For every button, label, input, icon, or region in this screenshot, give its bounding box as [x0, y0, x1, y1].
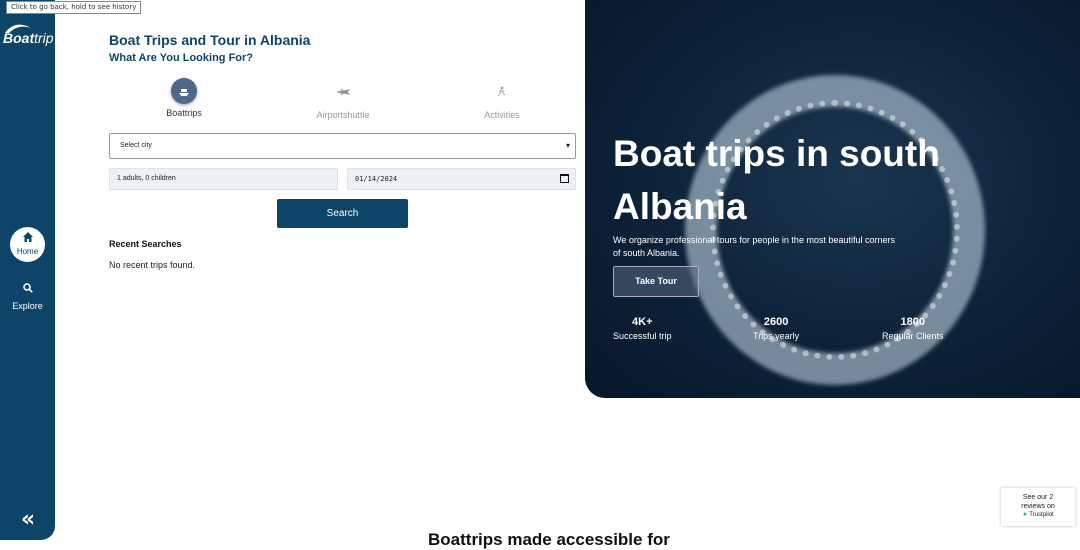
stat-label: Successful trip	[613, 331, 672, 341]
boat-icon	[171, 78, 197, 104]
trustpilot-widget[interactable]: See our 2 reviews on ★ Trustpilot	[1001, 488, 1075, 526]
page-title: Boat Trips and Tour in Albania	[109, 32, 311, 48]
logo-text-thin: trip	[34, 30, 54, 46]
nav-explore[interactable]: Explore	[6, 280, 49, 311]
city-select-value: Select city	[120, 142, 152, 149]
stat-value: 2600	[763, 316, 789, 328]
trustpilot-line2: reviews on	[1021, 503, 1055, 510]
date-field[interactable]: 01/14/2024	[347, 168, 576, 190]
activity-icon	[442, 78, 562, 106]
tab-boattrips[interactable]: Boattrips	[124, 78, 244, 118]
wave-logo-icon	[5, 24, 31, 33]
nav-home-label: Home	[16, 247, 39, 256]
nav-home[interactable]: Home	[10, 227, 45, 262]
trustpilot-brand: Trustpilot	[1029, 512, 1054, 518]
section-heading: Boattrips made accessible for	[428, 530, 670, 549]
calendar-icon[interactable]	[560, 174, 569, 183]
trustpilot-line1: See our 2	[1022, 494, 1054, 501]
collapse-sidebar-button[interactable]: «	[13, 508, 43, 534]
search-button[interactable]: Search	[277, 199, 408, 228]
hero-description: We organize professional tours for peopl…	[613, 235, 895, 258]
recent-searches-empty: No recent trips found.	[109, 260, 196, 270]
take-tour-button[interactable]: Take Tour	[613, 266, 699, 297]
plane-icon	[283, 78, 403, 106]
guests-field[interactable]: 1 adults, 0 children	[109, 168, 338, 190]
recent-searches-heading: Recent Searches	[109, 239, 182, 249]
tab-activities[interactable]: Activities	[442, 78, 562, 120]
back-tooltip: Click to go back, hold to see history	[6, 1, 142, 14]
stat-label: Regular Clients	[882, 331, 944, 341]
search-icon	[22, 283, 33, 293]
stat-value: 1800	[900, 316, 925, 328]
date-value: 01/14/2024	[355, 175, 398, 183]
stat-successful-trip: 4K+ Successful trip	[613, 316, 672, 341]
tab-activities-label: Activities	[484, 110, 520, 120]
home-icon	[22, 232, 33, 242]
sidebar: Boattrip Home Explore «	[0, 0, 55, 540]
star-icon: ★	[1022, 512, 1028, 518]
stat-regular-clients: 1800 Regular Clients	[882, 316, 944, 341]
chevron-down-icon: ▾	[565, 141, 570, 150]
tab-boattrips-label: Boattrips	[166, 108, 202, 118]
tab-airportshuttle[interactable]: Airportshuttle	[283, 78, 403, 120]
nav-explore-label: Explore	[12, 301, 43, 311]
stat-value: 4K+	[632, 316, 653, 328]
page-subtitle: What Are You Looking For?	[109, 52, 254, 64]
brand-logo[interactable]: Boattrip	[3, 24, 54, 46]
stat-label: Trips yearly	[753, 331, 800, 341]
city-select[interactable]: Select city ▾	[109, 133, 576, 159]
stat-trips-yearly: 2600 Trips yearly	[753, 316, 799, 341]
tab-airportshuttle-label: Airportshuttle	[316, 110, 370, 120]
hero-banner: Boat trips in south Albania We organize …	[585, 0, 1080, 398]
hero-title: Boat trips in south Albania	[613, 133, 940, 227]
